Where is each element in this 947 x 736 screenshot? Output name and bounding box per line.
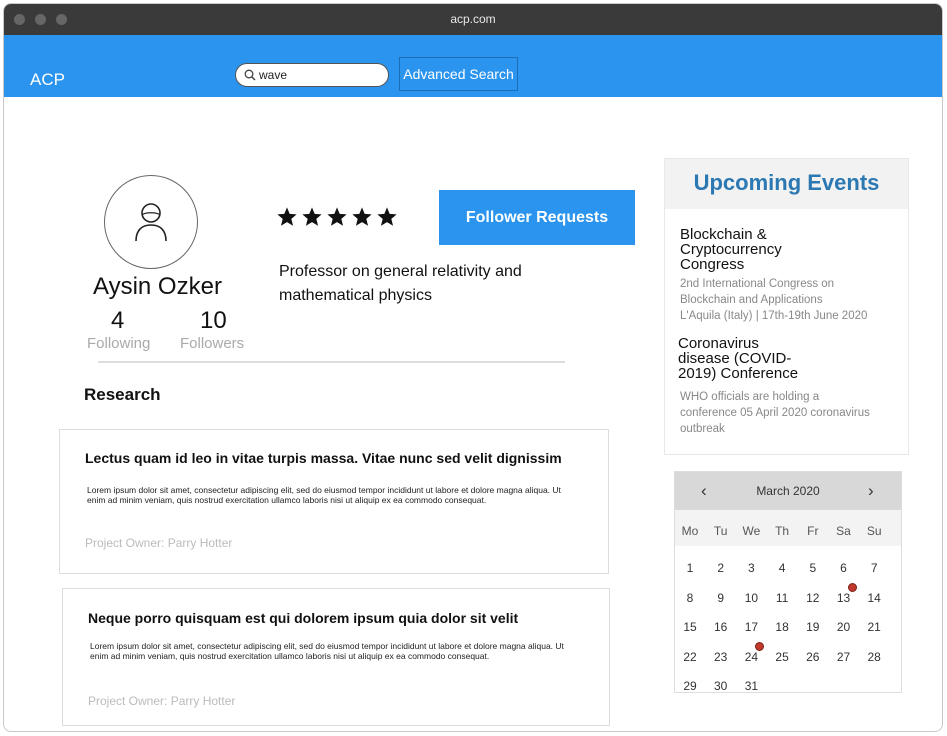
research-card-owner: Project Owner: Parry Hotter <box>88 694 236 708</box>
calendar-day[interactable]: 21 <box>859 620 889 634</box>
calendar-day[interactable]: 26 <box>798 650 828 664</box>
following-label[interactable]: Following <box>87 335 150 352</box>
follower-requests-button[interactable]: Follower Requests <box>439 190 635 245</box>
app-logo[interactable]: ACP <box>30 70 65 90</box>
event-title-line[interactable]: disease (COVID- <box>678 351 791 366</box>
calendar-event-marker[interactable] <box>755 641 765 651</box>
calendar-day[interactable]: 12 <box>798 591 828 605</box>
advanced-search-button[interactable]: Advanced Search <box>399 57 518 91</box>
event-desc-line: outbreak <box>680 423 725 435</box>
user-icon <box>135 203 167 242</box>
calendar-day[interactable]: 10 <box>736 591 766 605</box>
event-desc-line: conference 05 April 2020 coronavirus <box>680 407 870 419</box>
calendar-day[interactable]: 23 <box>706 650 736 664</box>
calendar-day[interactable]: 5 <box>798 561 828 575</box>
search-icon <box>244 69 256 81</box>
search-input[interactable] <box>259 66 379 84</box>
calendar-day[interactable]: 11 <box>767 591 797 605</box>
profile-name: Aysin Ozker <box>93 273 222 300</box>
calendar-day[interactable]: 29 <box>675 679 705 693</box>
event-title-line[interactable]: 2019) Conference <box>678 366 798 381</box>
research-heading: Research <box>84 385 161 404</box>
event-desc-line: Blockchain and Applications <box>680 294 823 306</box>
events-header: Upcoming Events <box>665 159 908 209</box>
event-desc-line: L'Aquila (Italy) | 17th-19th June 2020 <box>680 310 868 322</box>
calendar-day[interactable]: 15 <box>675 620 705 634</box>
calendar-day[interactable]: 31 <box>736 679 766 693</box>
event-desc-line: WHO officials are holding a <box>680 391 820 403</box>
star-icon <box>327 207 347 226</box>
profile-bio: Professor on general relativity and math… <box>279 263 522 304</box>
calendar-day[interactable]: 3 <box>736 561 766 575</box>
calendar-day[interactable]: 1 <box>675 561 705 575</box>
star-icon <box>277 207 297 226</box>
calendar-day[interactable]: 2 <box>706 561 736 575</box>
research-card-title[interactable]: Lectus quam id leo in vitae turpis massa… <box>85 450 562 466</box>
calendar-day[interactable]: 4 <box>767 561 797 575</box>
rating-stars <box>276 206 398 228</box>
events-title: Upcoming Events <box>693 170 880 195</box>
calendar-day[interactable]: 25 <box>767 650 797 664</box>
followers-label[interactable]: Followers <box>180 335 244 352</box>
address-bar-url[interactable]: acp.com <box>4 12 942 26</box>
calendar-day[interactable]: 28 <box>859 650 889 664</box>
research-card[interactable]: Lectus quam id leo in vitae turpis massa… <box>59 429 609 574</box>
calendar-day[interactable]: 13 <box>829 591 859 605</box>
event-title-line[interactable]: Coronavirus <box>678 336 759 351</box>
browser-titlebar: acp.com <box>4 4 942 35</box>
calendar-day[interactable]: 8 <box>675 591 705 605</box>
event-title-line[interactable]: Blockchain & <box>680 227 767 242</box>
research-card-body: Lorem ipsum dolor sit amet, consectetur … <box>87 485 561 505</box>
calendar-weekday: Th <box>775 524 790 538</box>
calendar-day[interactable]: 7 <box>859 561 889 575</box>
calendar-day[interactable]: 14 <box>859 591 889 605</box>
research-card-body: Lorem ipsum dolor sit amet, consectetur … <box>90 641 564 661</box>
event-desc-line: 2nd International Congress on <box>680 278 835 290</box>
calendar-day[interactable]: 24 <box>736 650 766 664</box>
calendar-day[interactable]: 19 <box>798 620 828 634</box>
calendar-day[interactable]: 18 <box>767 620 797 634</box>
search-box[interactable] <box>235 63 389 87</box>
star-icon <box>377 207 397 226</box>
research-card-owner: Project Owner: Parry Hotter <box>85 536 233 550</box>
profile-divider <box>98 361 565 363</box>
calendar-day[interactable]: 17 <box>736 620 766 634</box>
calendar-widget: ‹ March 2020 › Mo Tu We Th Fr Sa Su 1 2 3 4 5 6 7 8 9 10… <box>674 471 902 693</box>
profile-avatar[interactable] <box>104 175 198 269</box>
calendar-weekday: Fr <box>807 524 819 538</box>
calendar-day[interactable]: 20 <box>829 620 859 634</box>
calendar-event-marker[interactable] <box>847 582 857 592</box>
research-card-title[interactable]: Neque porro quisquam est qui dolorem ips… <box>88 610 518 626</box>
research-card[interactable]: Neque porro quisquam est qui dolorem ips… <box>62 588 610 726</box>
calendar-day[interactable]: 30 <box>706 679 736 693</box>
event-title-line[interactable]: Congress <box>680 257 744 272</box>
calendar-day[interactable]: 9 <box>706 591 736 605</box>
calendar-weekday: Mo <box>681 524 699 538</box>
calendar-header: ‹ March 2020 › <box>675 472 901 510</box>
calendar-day[interactable]: 27 <box>829 650 859 664</box>
event-title-line[interactable]: Cryptocurrency <box>680 242 782 257</box>
calendar-day[interactable]: 22 <box>675 650 705 664</box>
following-count[interactable]: 4 <box>111 307 124 335</box>
followers-count[interactable]: 10 <box>200 307 227 335</box>
calendar-weekday: We <box>742 524 761 538</box>
star-icon <box>302 207 322 226</box>
chevron-right-icon[interactable]: › <box>868 481 874 501</box>
calendar-weekday: Su <box>866 524 882 538</box>
calendar-weekday: Tu <box>713 524 728 538</box>
app-header: ACP Advanced Search <box>4 35 942 97</box>
calendar-day[interactable]: 16 <box>706 620 736 634</box>
calendar-weekday: Sa <box>836 524 851 538</box>
star-icon <box>352 207 372 226</box>
calendar-day[interactable]: 6 <box>829 561 859 575</box>
upcoming-events-panel: Upcoming Events Blockchain & Cryptocurre… <box>664 158 909 455</box>
